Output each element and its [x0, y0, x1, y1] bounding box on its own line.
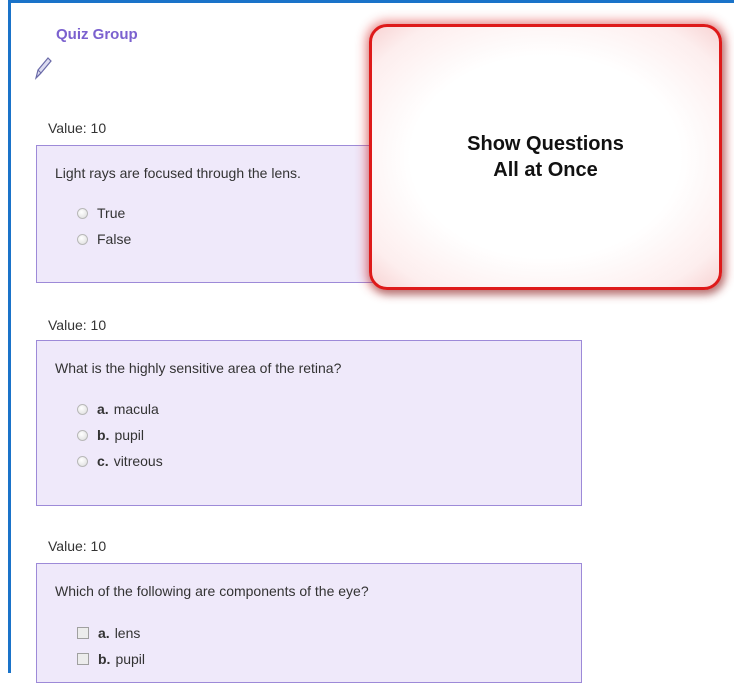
radio-button[interactable] — [77, 455, 88, 467]
option-label: pupil — [114, 427, 145, 443]
option-letter: b. — [97, 427, 110, 443]
radio-button[interactable] — [77, 403, 88, 415]
option-letter: c. — [97, 453, 109, 469]
question-3-option-a[interactable]: a. lens — [77, 625, 140, 641]
radio-button[interactable] — [77, 429, 88, 441]
option-letter: b. — [98, 651, 111, 667]
question-2-box: What is the highly sensitive area of the… — [36, 340, 582, 506]
option-letter: a. — [98, 625, 110, 641]
question-1-value: Value: 10 — [48, 120, 107, 136]
checkbox[interactable] — [77, 627, 89, 639]
question-1-option-2[interactable]: False — [77, 231, 131, 247]
question-3-option-b[interactable]: b. pupil — [77, 651, 145, 667]
question-2-option-b[interactable]: b. pupil — [77, 427, 144, 443]
question-2-text: What is the highly sensitive area of the… — [55, 360, 342, 376]
question-1-option-1[interactable]: True — [77, 205, 125, 221]
edit-pencil-icon[interactable] — [32, 55, 54, 81]
question-3-value: Value: 10 — [48, 538, 107, 554]
option-label: pupil — [115, 651, 146, 667]
option-letter: a. — [97, 401, 109, 417]
question-3-box: Which of the following are components of… — [36, 563, 582, 683]
frame-left-border — [8, 0, 11, 673]
callout-line-2: All at Once — [493, 159, 598, 181]
callout-text: Show Questions All at Once — [372, 131, 719, 183]
option-label: vitreous — [113, 453, 163, 469]
option-label: True — [97, 205, 126, 221]
question-3-text: Which of the following are components of… — [55, 583, 369, 599]
question-1-text: Light rays are focused through the lens. — [55, 165, 301, 181]
question-2-value: Value: 10 — [48, 317, 107, 333]
frame-top-border — [8, 0, 734, 3]
question-2-option-a[interactable]: a. macula — [77, 401, 159, 417]
option-label: False — [97, 231, 132, 247]
question-2-option-c[interactable]: c. vitreous — [77, 453, 163, 469]
callout-line-1: Show Questions — [467, 133, 624, 155]
quiz-group-title: Quiz Group — [56, 26, 138, 43]
callout-box: Show Questions All at Once — [369, 24, 722, 290]
radio-button[interactable] — [77, 233, 88, 245]
option-label: macula — [113, 401, 159, 417]
radio-button[interactable] — [77, 207, 88, 219]
option-label: lens — [114, 625, 141, 641]
checkbox[interactable] — [77, 653, 89, 665]
